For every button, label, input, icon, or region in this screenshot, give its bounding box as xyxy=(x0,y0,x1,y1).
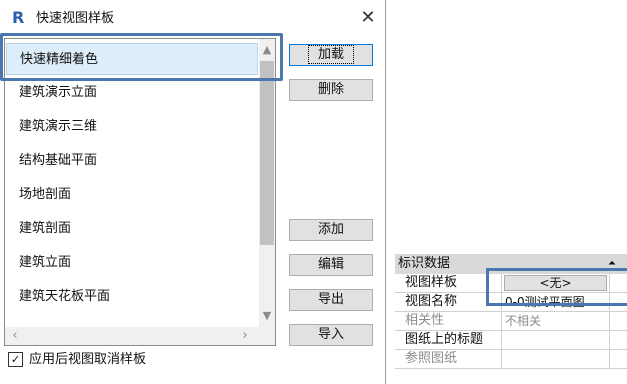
load-button[interactable]: 加载 xyxy=(289,44,373,66)
scroll-down-icon[interactable]: ▼ xyxy=(259,307,275,325)
list-item[interactable]: 场地剖面 xyxy=(6,179,258,211)
prop-name: 视图样板 xyxy=(405,275,458,290)
prop-row-referencing-sheet: 参照图纸 xyxy=(395,350,627,369)
list-item[interactable]: 建筑立面 xyxy=(6,247,258,279)
list-item[interactable]: 建筑演示三维 xyxy=(6,111,258,143)
title-bar: R 快速视图样板 ✕ xyxy=(0,0,385,36)
list-item[interactable]: 建筑剖面 xyxy=(6,213,258,245)
quick-view-template-dialog: R 快速视图样板 ✕ 快速精细着色 建筑演示立面 建筑演示三维 结构基础平面 场… xyxy=(0,0,386,384)
template-listbox[interactable]: 快速精细着色 建筑演示立面 建筑演示三维 结构基础平面 场地剖面 建筑剖面 建筑… xyxy=(4,38,276,346)
column-divider xyxy=(609,350,610,368)
checkbox-label: 应用后视图取消样板 xyxy=(29,352,147,367)
list-item[interactable]: 结构基础平面 xyxy=(6,145,258,177)
export-button[interactable]: 导出 xyxy=(289,289,373,311)
prop-name: 参照图纸 xyxy=(405,351,458,366)
delete-button[interactable]: 删除 xyxy=(289,79,373,101)
list-item[interactable]: 建筑天花板平面 xyxy=(6,281,258,313)
annotation-highlight-view-template xyxy=(486,268,627,306)
section-title: 标识数据 xyxy=(398,256,451,271)
prop-row-dependency: 相关性 不相关 xyxy=(395,312,627,331)
add-button[interactable]: 添加 xyxy=(289,219,373,241)
scrollbar-thumb[interactable] xyxy=(260,61,274,245)
prop-name: 图纸上的标题 xyxy=(405,332,484,347)
column-divider xyxy=(501,312,502,330)
prop-name: 相关性 xyxy=(405,313,445,328)
dialog-title: 快速视图样板 xyxy=(36,11,115,26)
annotation-highlight-selected xyxy=(0,33,283,81)
column-divider xyxy=(501,350,502,368)
unset-template-checkbox[interactable]: ✓ xyxy=(8,352,23,367)
edit-button[interactable]: 编辑 xyxy=(289,254,373,276)
column-divider xyxy=(609,312,610,330)
revit-app-icon: R xyxy=(12,8,25,27)
list-item[interactable]: 建筑演示立面 xyxy=(6,77,258,109)
prop-value: 不相关 xyxy=(505,314,542,328)
column-divider xyxy=(609,331,610,349)
scrollbar-corner xyxy=(259,327,275,345)
close-icon[interactable]: ✕ xyxy=(358,8,378,28)
column-divider xyxy=(501,331,502,349)
scroll-left-icon[interactable]: ‹ xyxy=(7,327,23,345)
import-button[interactable]: 导入 xyxy=(289,324,373,346)
scroll-right-icon[interactable]: › xyxy=(237,327,253,345)
horizontal-scrollbar[interactable]: ‹ › xyxy=(5,327,259,345)
prop-row-title-on-sheet: 图纸上的标题 xyxy=(395,331,627,350)
vertical-scrollbar[interactable]: ▲ ▼ xyxy=(259,39,275,327)
prop-name: 视图名称 xyxy=(405,294,458,309)
